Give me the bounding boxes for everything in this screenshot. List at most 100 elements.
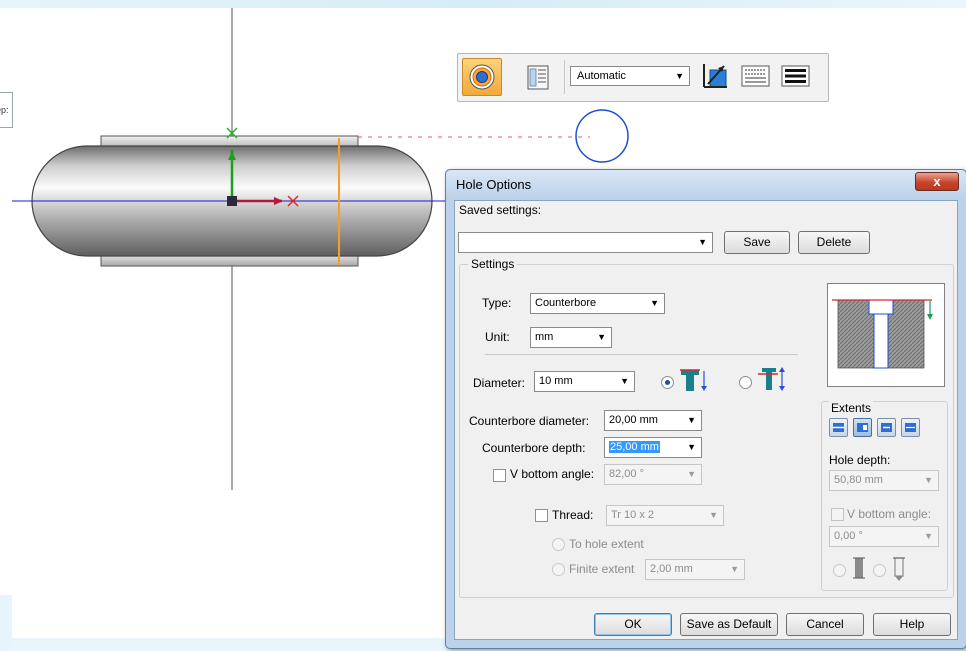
chevron-down-icon: ▼	[687, 469, 696, 479]
profile-button[interactable]	[736, 58, 776, 96]
v-bottom-icon	[893, 557, 905, 581]
extent-finite-icon	[905, 423, 916, 432]
dialog-titlebar[interactable]: Hole Options x	[446, 170, 966, 198]
hole-depth-label: Hole depth:	[829, 453, 891, 467]
extent-bottom-v-radio[interactable]	[873, 564, 886, 577]
hole-options-button[interactable]	[518, 58, 558, 96]
hole-preview-circle[interactable]	[575, 109, 629, 163]
extent-from-to-icon	[857, 423, 868, 432]
depth-from-top-radio[interactable]	[661, 376, 674, 389]
line-weight-button[interactable]	[776, 58, 816, 96]
saved-settings-select[interactable]: ▼	[458, 232, 713, 253]
extent-mode-value: Automatic	[577, 70, 626, 82]
help-button[interactable]: Help	[873, 613, 951, 636]
counterbore-top-icon	[680, 369, 707, 391]
unit-select[interactable]: mm ▼	[530, 327, 612, 348]
chevron-down-icon: ▼	[620, 376, 629, 386]
counterbore-diameter-label: Counterbore diameter:	[469, 414, 590, 428]
diameter-label: Diameter:	[473, 376, 526, 390]
diameter-value: 10 mm	[539, 375, 573, 387]
flat-bottom-icon	[853, 557, 865, 579]
delete-button[interactable]: Delete	[798, 231, 870, 254]
counterbore-diameter-value: 20,00 mm	[609, 414, 658, 426]
chevron-down-icon: ▼	[650, 298, 659, 308]
thread-label: Thread:	[552, 508, 594, 522]
chevron-down-icon: ▼	[597, 332, 606, 342]
side-panel-tab-label: ep:	[0, 105, 9, 115]
hole-preview-image	[827, 283, 945, 387]
finite-extent-radio[interactable]	[552, 563, 565, 576]
counterbore-depth-input[interactable]: 25,00 mm ▼	[604, 437, 702, 458]
close-icon: x	[933, 174, 941, 189]
settings-group-label: Settings	[468, 257, 518, 271]
v-bottom-angle-checkbox[interactable]	[493, 469, 506, 482]
extent-through-all-icon	[881, 423, 892, 432]
extents-group-label: Extents	[829, 401, 874, 415]
to-hole-extent-label: To hole extent	[569, 537, 644, 551]
extent-bottom-flat-radio[interactable]	[833, 564, 846, 577]
close-button[interactable]: x	[915, 172, 959, 191]
extent-v-bottom-angle-checkbox[interactable]	[831, 508, 844, 521]
finite-extent-value: 2,00 mm	[650, 563, 693, 575]
counterbore-bottom-icon	[758, 367, 785, 391]
type-select[interactable]: Counterbore ▼	[530, 293, 665, 314]
profile-icon	[741, 65, 770, 87]
save-as-default-button[interactable]: Save as Default	[680, 613, 778, 636]
type-label: Type:	[482, 296, 512, 310]
counterbore-depth-value: 25,00 mm	[609, 441, 660, 453]
extent-v-bottom-angle-value: 0,00 °	[834, 530, 863, 542]
diameter-select[interactable]: 10 mm ▼	[534, 371, 635, 392]
chevron-down-icon: ▼	[675, 71, 684, 81]
finite-extent-select[interactable]: 2,00 mm ▼	[645, 559, 745, 580]
dialog-title: Hole Options	[456, 177, 532, 192]
chevron-down-icon: ▼	[687, 442, 696, 452]
counterbore-diameter-select[interactable]: 20,00 mm ▼	[604, 410, 702, 431]
v-bottom-angle-select[interactable]: 82,00 ° ▼	[604, 464, 702, 485]
chevron-down-icon: ▼	[924, 531, 933, 541]
chevron-down-icon: ▼	[698, 237, 707, 247]
extent-step-button[interactable]	[696, 58, 736, 96]
chevron-down-icon: ▼	[924, 475, 933, 485]
hole-shape-icon	[469, 64, 495, 90]
extent-from-to-button[interactable]	[853, 418, 872, 437]
hole-depth-select[interactable]: 50,80 mm ▼	[829, 470, 939, 491]
unit-label: Unit:	[485, 330, 510, 344]
toolbar-separator	[564, 60, 565, 94]
extent-v-bottom-angle-label: V bottom angle:	[847, 507, 932, 521]
hole-options-dialog: Hole Options x Saved settings: ▼ Save De…	[445, 169, 966, 649]
to-hole-extent-radio[interactable]	[552, 538, 565, 551]
extent-mode-select[interactable]: Automatic ▼	[570, 66, 690, 86]
cancel-button[interactable]: Cancel	[786, 613, 864, 636]
chevron-down-icon: ▼	[687, 415, 696, 425]
thread-checkbox[interactable]	[535, 509, 548, 522]
finite-extent-label: Finite extent	[569, 562, 635, 576]
background-banner	[0, 0, 966, 8]
v-bottom-angle-label: V bottom angle:	[510, 467, 595, 481]
hole-options-icon	[527, 65, 549, 90]
type-value: Counterbore	[535, 297, 597, 309]
extent-finite-button[interactable]	[901, 418, 920, 437]
extent-through-next-button[interactable]	[829, 418, 848, 437]
v-bottom-angle-value: 82,00 °	[609, 468, 644, 480]
thread-select[interactable]: Tr 10 x 2 ▼	[606, 505, 724, 526]
thread-value: Tr 10 x 2	[611, 509, 654, 521]
chevron-down-icon: ▼	[709, 510, 718, 520]
dialog-client-area: Saved settings: ▼ Save Delete Settings T…	[454, 200, 958, 640]
extent-through-next-icon	[833, 423, 844, 432]
hole-command-bar: Automatic ▼	[457, 53, 829, 102]
chevron-down-icon: ▼	[730, 564, 739, 574]
extent-v-bottom-angle-select[interactable]: 0,00 ° ▼	[829, 526, 939, 547]
saved-settings-label: Saved settings:	[459, 203, 542, 217]
ok-button[interactable]: OK	[594, 613, 672, 636]
depth-from-bottom-radio[interactable]	[739, 376, 752, 389]
extent-step-icon	[703, 64, 727, 88]
side-panel-tab[interactable]: ep:	[0, 92, 13, 128]
unit-value: mm	[535, 331, 554, 343]
hole-section-icon	[832, 299, 933, 369]
hole-shape-button[interactable]	[462, 58, 502, 96]
save-button[interactable]: Save	[724, 231, 790, 254]
hole-depth-value: 50,80 mm	[834, 474, 883, 486]
extent-through-all-button[interactable]	[877, 418, 896, 437]
extent-buttons	[829, 418, 939, 437]
counterbore-depth-label: Counterbore depth:	[482, 441, 586, 455]
